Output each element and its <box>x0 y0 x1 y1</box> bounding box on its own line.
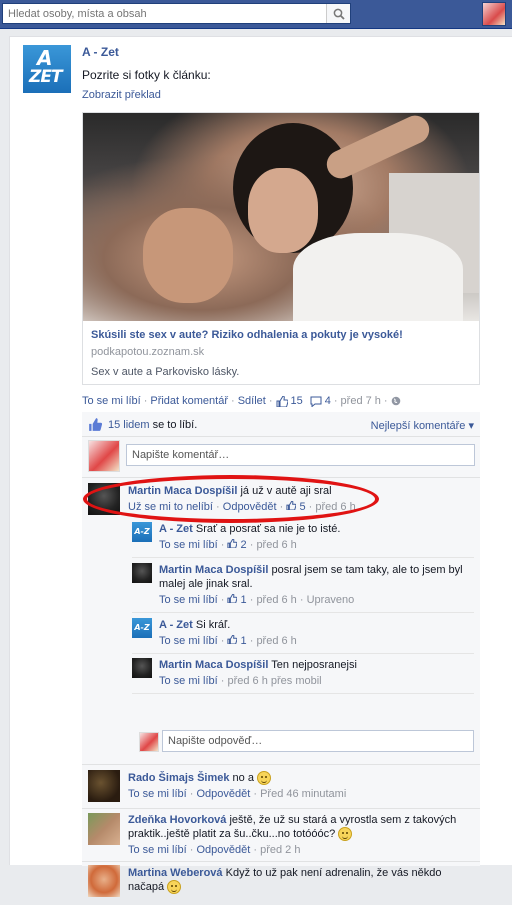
reply-avatar[interactable] <box>132 563 152 583</box>
post-author[interactable]: A - Zet <box>82 45 119 59</box>
search-icon <box>333 8 345 20</box>
likes-text: se to líbí. <box>149 419 198 431</box>
reply-input[interactable]: Napište odpověď… <box>162 730 474 752</box>
reply-text: Ten nejposranejsi <box>268 659 357 671</box>
edited-label[interactable]: Upraveno <box>307 594 355 606</box>
thumbs-up-icon <box>89 418 102 431</box>
like-link[interactable]: To se mi líbí <box>128 844 187 856</box>
comments-section: 15 lidem se to líbí. Nejlepší komentáře … <box>82 412 480 866</box>
thumbs-up-icon <box>227 538 238 549</box>
shared-link-title[interactable]: Skúsili ste sex v aute? Riziko odhalenia… <box>91 329 403 341</box>
search-input[interactable] <box>3 4 323 23</box>
unlike-link[interactable]: Už se mi to nelíbí <box>128 501 213 513</box>
profile-avatar[interactable] <box>482 2 506 26</box>
smiley-icon <box>338 827 353 842</box>
thumbs-up-icon <box>227 634 238 645</box>
reply-timestamp[interactable]: před 6 h <box>256 539 296 551</box>
reply-like-link[interactable]: To se mi líbí <box>159 594 218 606</box>
translate-link[interactable]: Zobrazit překlad <box>82 89 161 101</box>
comment: Martin Maca Dospíšil já už v autě aji sr… <box>88 483 478 518</box>
comment-link[interactable]: Přidat komentář <box>150 395 228 407</box>
likers-link[interactable]: 15 lidem <box>108 419 150 431</box>
reply-like-link[interactable]: To se mi líbí <box>159 539 218 551</box>
thumbs-up-icon <box>227 593 238 604</box>
commenter-name[interactable]: Martina Weberová <box>128 867 223 879</box>
post-text: Pozrite si fotky k článku: <box>82 68 211 82</box>
reply-text: Srať a posrať sa nie je to isté. <box>192 523 341 535</box>
post-timestamp[interactable]: před 7 h <box>341 395 381 407</box>
top-bar <box>0 0 512 29</box>
reply-text: Si kráľ. <box>192 619 231 631</box>
smiley-icon <box>257 771 272 786</box>
news-feed-story: A ZET A - Zet Pozrite si fotky k článku:… <box>9 36 512 897</box>
like-link[interactable]: To se mi líbí <box>82 395 141 407</box>
comment-bubble-icon <box>310 396 322 407</box>
post-actions: To se mi líbí · Přidat komentář · Sdílet… <box>82 395 401 407</box>
reply: Martin Maca Dospíšil posral jsem se tam … <box>132 563 474 613</box>
reply: A-Z A - Zet Si kráľ. To se mi líbí · 1 ·… <box>132 618 474 654</box>
reply-link[interactable]: Odpovědět <box>223 501 277 513</box>
reply-link[interactable]: Odpovědět <box>196 844 250 856</box>
reply-timestamp[interactable]: před 6 h <box>256 635 296 647</box>
current-user-avatar <box>88 440 120 472</box>
globe-icon <box>391 396 400 406</box>
reply-like-link[interactable]: To se mi líbí <box>159 635 218 647</box>
reply-avatar[interactable]: A-Z <box>132 618 152 638</box>
like-count[interactable]: 15 <box>291 395 303 407</box>
current-user-avatar <box>139 732 159 752</box>
divider <box>82 477 480 478</box>
comment: Martina Weberová Když to už pak není adr… <box>88 865 478 905</box>
shared-link-image[interactable] <box>83 113 479 321</box>
commenter-name[interactable]: Rado Šimajs Šimek <box>128 772 230 784</box>
replier-name[interactable]: A - Zet <box>159 619 193 631</box>
shared-link-description: Sex v aute a Parkovisko lásky. <box>91 366 240 378</box>
reply-timestamp[interactable]: před 6 h <box>256 594 296 606</box>
reply: A-Z A - Zet Srať a posrať sa nie je to i… <box>132 522 474 558</box>
shared-link-card[interactable]: Skúsili ste sex v aute? Riziko odhalenia… <box>82 112 480 385</box>
divider <box>82 861 480 862</box>
commenter-name[interactable]: Martin Maca Dospíšil <box>128 485 237 497</box>
comment-timestamp[interactable]: Před 46 minutami <box>260 788 346 800</box>
commenter-avatar[interactable] <box>88 865 120 897</box>
shared-link-domain: podkapotou.zoznam.sk <box>91 346 205 358</box>
likes-summary: 15 lidem se to líbí. Nejlepší komentáře … <box>82 412 480 437</box>
like-link[interactable]: To se mi líbí <box>128 788 187 800</box>
reply-like-link[interactable]: To se mi líbí <box>159 675 218 687</box>
thumbs-up-icon <box>286 500 297 511</box>
search-button[interactable] <box>326 4 350 23</box>
reply-avatar[interactable] <box>132 658 152 678</box>
commenter-avatar[interactable] <box>88 770 120 802</box>
commenter-avatar[interactable] <box>88 813 120 845</box>
comment-timestamp[interactable]: před 6 h <box>315 501 355 513</box>
comment: Rado Šimajs Šimek no a To se mi líbí · O… <box>88 770 478 805</box>
reply-avatar[interactable]: A-Z <box>132 522 152 542</box>
divider <box>82 764 480 765</box>
replier-name[interactable]: A - Zet <box>159 523 193 535</box>
commenter-avatar[interactable] <box>88 483 120 515</box>
search-box[interactable] <box>2 3 351 24</box>
divider <box>82 808 480 809</box>
commenter-name[interactable]: Zdeňka Hovorková <box>128 814 226 826</box>
comment-text: no a <box>229 772 254 784</box>
comment-input[interactable]: Napište komentář… <box>126 444 475 466</box>
reply: Martin Maca Dospíšil Ten nejposranejsi T… <box>132 658 474 694</box>
reply-timestamp[interactable]: před 6 h přes mobil <box>227 675 321 687</box>
replier-name[interactable]: Martin Maca Dospíšil <box>159 659 268 671</box>
comment-count[interactable]: 4 <box>325 395 331 407</box>
thumbs-up-icon <box>276 395 288 407</box>
logo-letter-a: A <box>37 46 53 70</box>
comment-sort-dropdown[interactable]: Nejlepší komentáře ▾ <box>371 419 474 432</box>
logo-letter-zet: ZET <box>29 67 63 87</box>
comment: Zdeňka Hovorková ještě, že už su stará a… <box>88 813 478 859</box>
reply-link[interactable]: Odpovědět <box>196 788 250 800</box>
page-logo[interactable]: A ZET <box>23 45 71 93</box>
smiley-icon <box>167 880 182 895</box>
replier-name[interactable]: Martin Maca Dospíšil <box>159 564 268 576</box>
share-link[interactable]: Sdílet <box>238 395 266 407</box>
comment-text: já už v autě aji sral <box>237 485 332 497</box>
comment-timestamp[interactable]: před 2 h <box>260 844 300 856</box>
